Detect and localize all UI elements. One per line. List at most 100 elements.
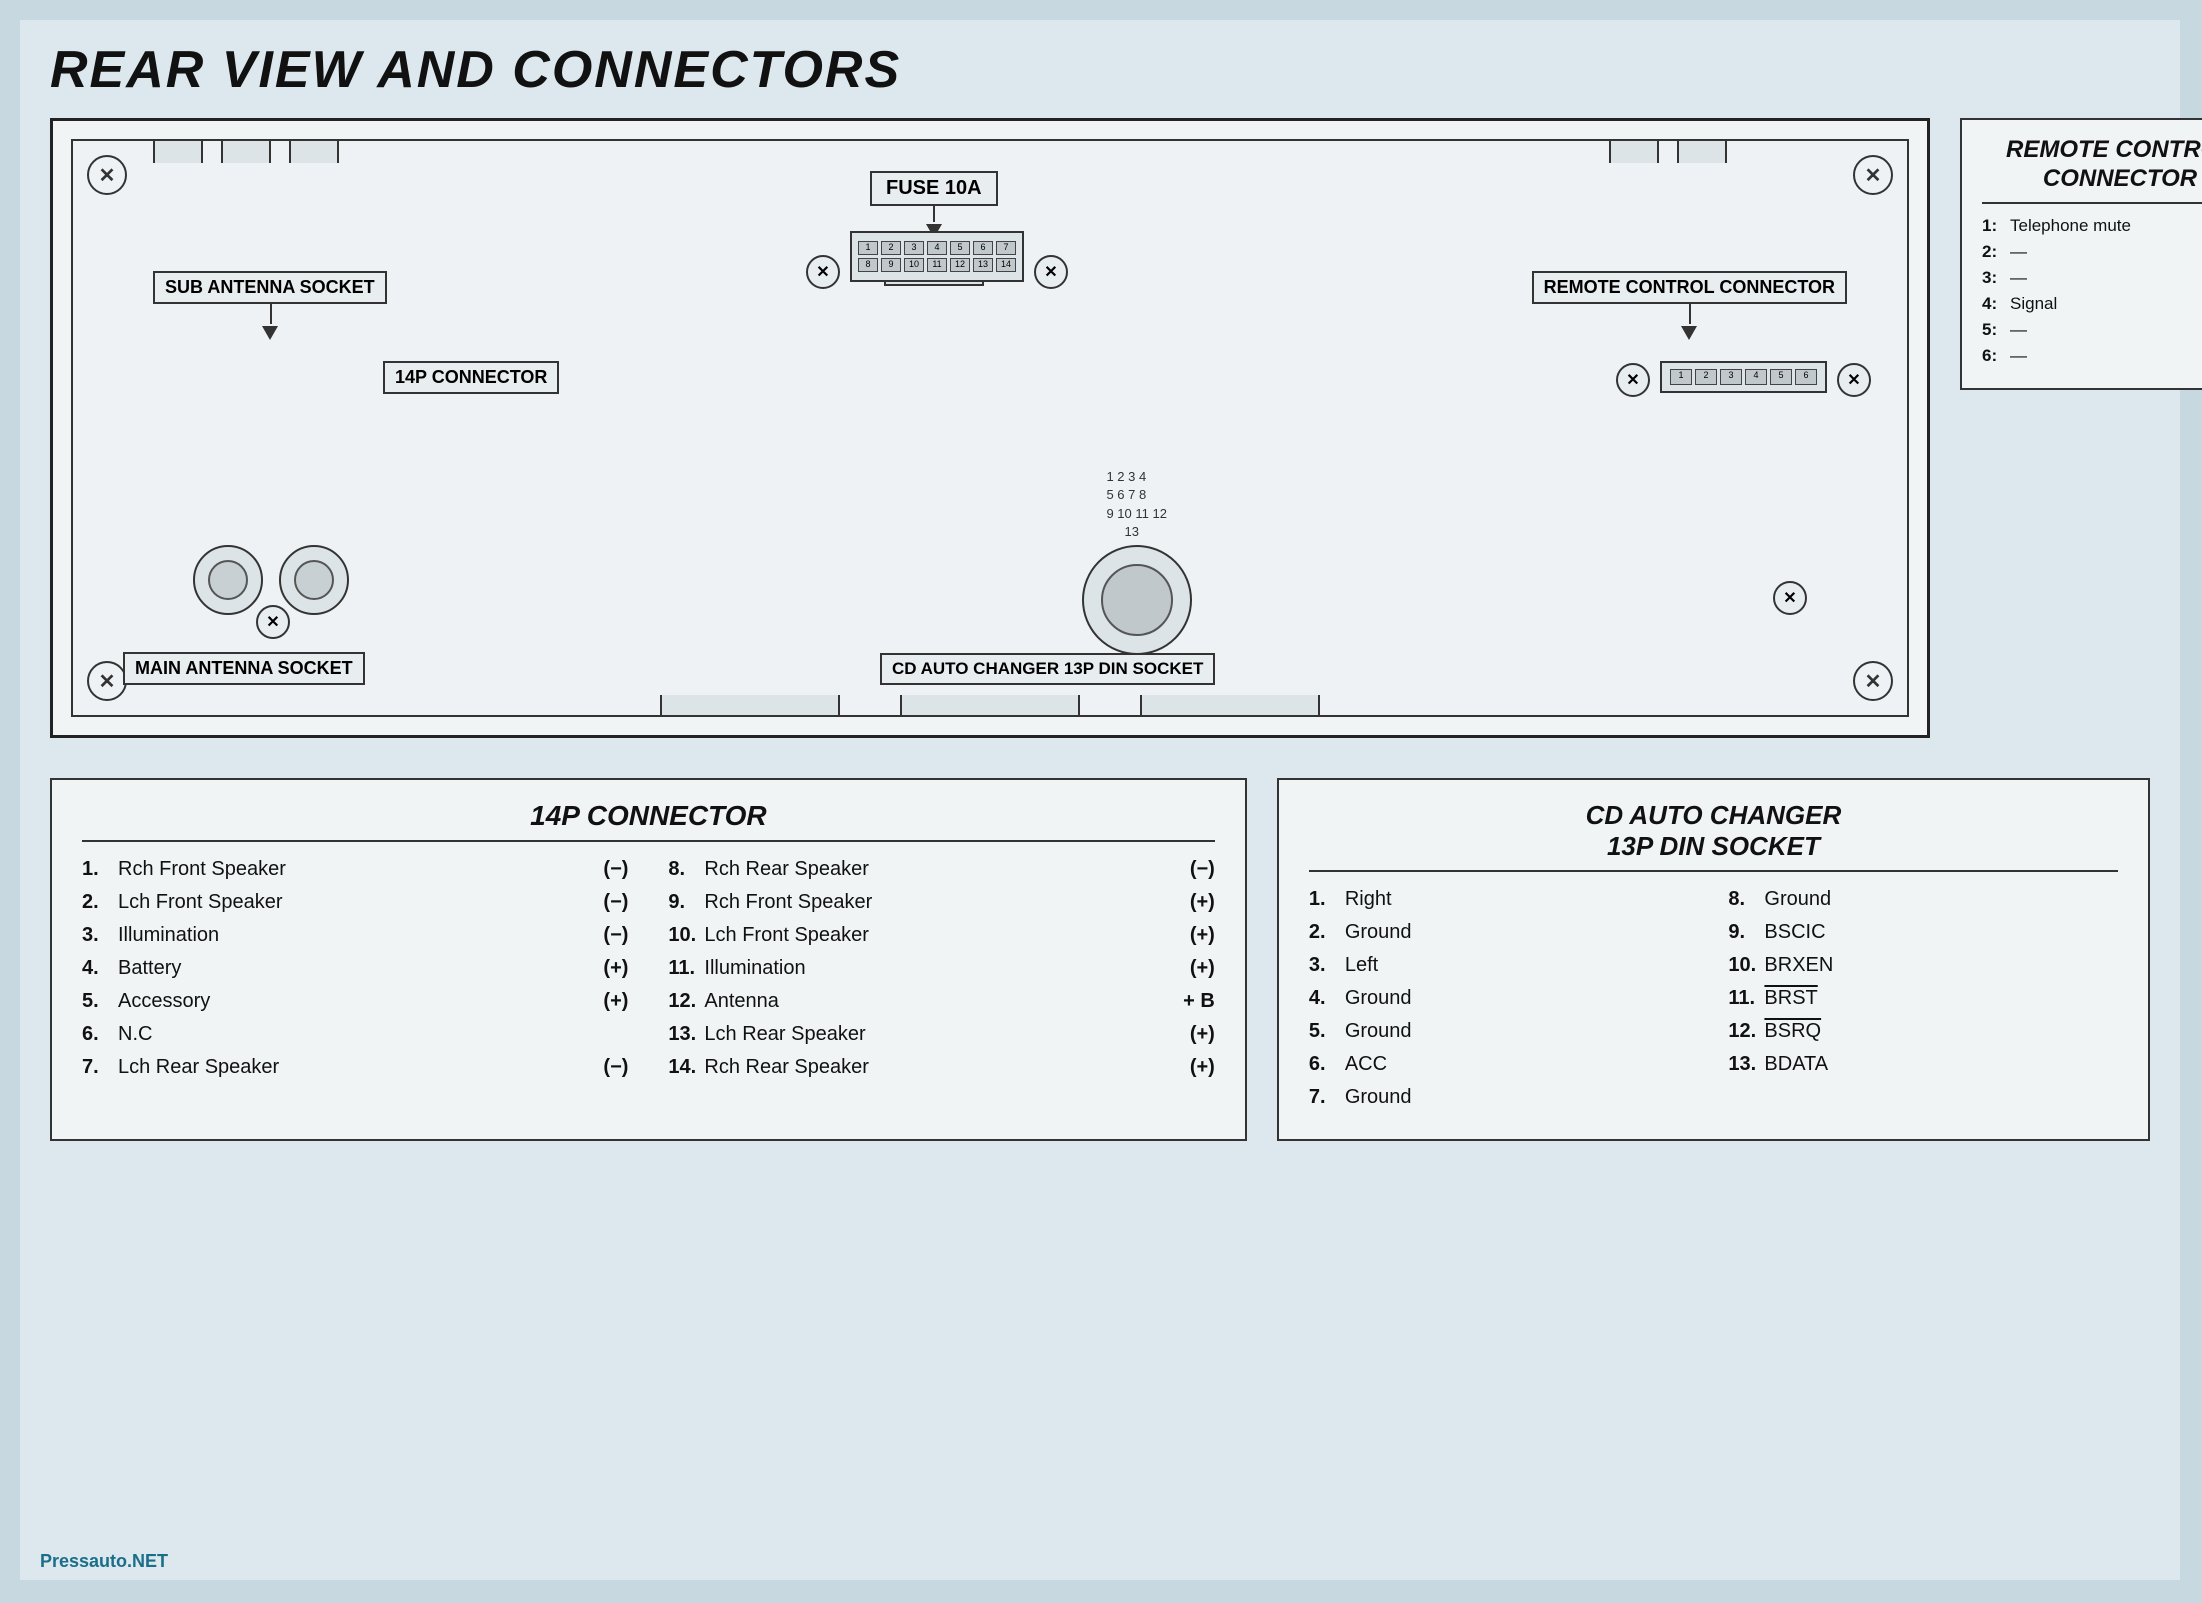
watermark: Pressauto.NET xyxy=(40,1551,168,1572)
cd-item: 3.Left xyxy=(1309,954,1699,977)
conn-sign: (+) xyxy=(1165,891,1215,914)
pin-8: 8 xyxy=(858,258,878,272)
pin-7: 7 xyxy=(996,241,1016,255)
main-antenna-label: MAIN ANTENNA SOCKET xyxy=(123,652,365,685)
connector-right-col: 8.Rch Rear Speaker(−)9.Rch Front Speaker… xyxy=(668,858,1214,1089)
remote-items-list: 1:Telephone mute2:—3:—4:Signal5:—6:— xyxy=(1982,216,2202,366)
conn-num: 10. xyxy=(668,924,704,947)
connector-item: 13.Lch Rear Speaker(+) xyxy=(668,1023,1214,1046)
conn-label: Accessory xyxy=(118,990,578,1013)
cd-item: 12.BSRQ xyxy=(1728,1020,2118,1043)
pin-12: 12 xyxy=(950,258,970,272)
conn-sign: (+) xyxy=(578,990,628,1013)
conn-num: 7. xyxy=(82,1056,118,1079)
remote-arrow xyxy=(1681,326,1697,340)
cd-num: 4. xyxy=(1309,987,1345,1010)
remote-item: 3:— xyxy=(1982,268,2202,288)
connector-left-col: 1.Rch Front Speaker(−) 2.Lch Front Speake… xyxy=(82,858,628,1089)
cd-label: Ground xyxy=(1345,987,1699,1010)
sub-antenna-circle-2 xyxy=(279,545,349,615)
conn-label: Antenna xyxy=(704,990,1164,1013)
conn-label: Rch Rear Speaker xyxy=(704,1056,1164,1079)
top-tabs-left xyxy=(153,139,339,163)
remote-num: 5: xyxy=(1982,320,2010,340)
14p-connector-label-area: 14P CONNECTOR xyxy=(383,361,559,394)
rpin-3: 3 xyxy=(1720,369,1742,385)
connector-item: 14.Rch Rear Speaker(+) xyxy=(668,1056,1214,1079)
cd-label: Ground xyxy=(1345,1086,1699,1109)
connector-item: 8.Rch Rear Speaker(−) xyxy=(668,858,1214,881)
conn-sign: (−) xyxy=(578,891,628,914)
conn-num: 3. xyxy=(82,924,118,947)
remote-label: — xyxy=(2010,242,2027,262)
sub-antenna-arrow xyxy=(262,326,278,340)
cd-grid: 1.Right2.Ground3.Left4.Ground5.Ground6.A… xyxy=(1309,888,2118,1119)
corner-circle-tr: ✕ xyxy=(1853,155,1893,195)
cd-pin-numbers: 1 2 3 4 5 6 7 8 9 10 11 12 13 xyxy=(1106,468,1166,541)
remote-label: — xyxy=(2010,320,2027,340)
conn-label: Lch Front Speaker xyxy=(704,924,1164,947)
connector-item: 3.Illumination(−) xyxy=(82,924,628,947)
conn-num: 12. xyxy=(668,990,704,1013)
plug-row-2: 8 9 10 11 12 13 14 xyxy=(858,258,1016,272)
cd-label: BSCIC xyxy=(1764,921,2118,944)
cd-socket-label-area: CD AUTO CHANGER 13P DIN SOCKET xyxy=(880,653,1215,685)
conn-label: Rch Rear Speaker xyxy=(704,858,1164,881)
cd-label: BRST xyxy=(1764,987,2118,1010)
pin-14: 14 xyxy=(996,258,1016,272)
bottom-section: 14P CONNECTOR 1.Rch Front Speaker(−)2.Lc… xyxy=(50,778,2150,1141)
cd-item: 7.Ground xyxy=(1309,1086,1699,1109)
conn-label: N.C xyxy=(118,1023,578,1046)
connector-item: 1.Rch Front Speaker(−) xyxy=(82,858,628,881)
cd-item: 6.ACC xyxy=(1309,1053,1699,1076)
conn-num: 13. xyxy=(668,1023,704,1046)
cd-num: 8. xyxy=(1728,888,1764,911)
pin-4: 4 xyxy=(927,241,947,255)
conn-num: 5. xyxy=(82,990,118,1013)
remote-label: Signal xyxy=(2010,294,2057,314)
conn-label: Illumination xyxy=(118,924,578,947)
conn-sign: (+) xyxy=(1165,957,1215,980)
connector-item: 7.Lch Rear Speaker(−) xyxy=(82,1056,628,1079)
connector-item: 2.Lch Front Speaker(−) xyxy=(82,891,628,914)
conn-label: Rch Front Speaker xyxy=(704,891,1164,914)
cd-changer-box: CD AUTO CHANGER13P DIN SOCKET 1.Right2.G… xyxy=(1277,778,2150,1141)
page-title: REAR VIEW AND CONNECTORS xyxy=(50,40,2150,100)
cd-num: 5. xyxy=(1309,1020,1345,1043)
top-tabs-right xyxy=(1609,139,1727,163)
cd-item: 4.Ground xyxy=(1309,987,1699,1010)
cd-label: Ground xyxy=(1345,921,1699,944)
remote-num: 4: xyxy=(1982,294,2010,314)
14p-plug: ✕ ✕ 1 2 3 4 5 6 7 xyxy=(850,231,1024,282)
conn-num: 1. xyxy=(82,858,118,881)
cd-item: 11.BRST xyxy=(1728,987,2118,1010)
cd-label: Right xyxy=(1345,888,1699,911)
cd-num: 2. xyxy=(1309,921,1345,944)
connector-item: 5.Accessory(+) xyxy=(82,990,628,1013)
conn-num: 2. xyxy=(82,891,118,914)
cd-num: 10. xyxy=(1728,954,1764,977)
remote-item: 6:— xyxy=(1982,346,2202,366)
connector-item: 6.N.C xyxy=(82,1023,628,1046)
conn-num: 6. xyxy=(82,1023,118,1046)
cd-label: BSRQ xyxy=(1764,1020,2118,1043)
conn-num: 11. xyxy=(668,957,704,980)
conn-sign: (−) xyxy=(1165,858,1215,881)
14p-connector-label: 14P CONNECTOR xyxy=(383,361,559,394)
cd-socket-inner xyxy=(1101,564,1173,636)
remote-control-label-area: REMOTE CONTROL CONNECTOR xyxy=(1532,271,1847,342)
conn-sign: (+) xyxy=(1165,1023,1215,1046)
cd-num: 13. xyxy=(1728,1053,1764,1076)
plug-outer: 1 2 3 4 5 6 7 8 9 10 xyxy=(850,231,1024,282)
connector-grid: 1.Rch Front Speaker(−)2.Lch Front Speake… xyxy=(82,858,1215,1089)
14p-connector-title: 14P CONNECTOR xyxy=(82,800,1215,842)
fuse-label: FUSE 10A xyxy=(870,171,998,206)
rpin-2: 2 xyxy=(1695,369,1717,385)
conn-label: Lch Rear Speaker xyxy=(704,1023,1164,1046)
cd-label: ACC xyxy=(1345,1053,1699,1076)
corner-circle-tl: ✕ xyxy=(87,155,127,195)
cd-right-col: 8.Ground9.BSCIC10.BRXEN11.BRST12.BSRQ13.… xyxy=(1728,888,2118,1119)
conn-num: 14. xyxy=(668,1056,704,1079)
pin-13: 13 xyxy=(973,258,993,272)
rpin-4: 4 xyxy=(1745,369,1767,385)
